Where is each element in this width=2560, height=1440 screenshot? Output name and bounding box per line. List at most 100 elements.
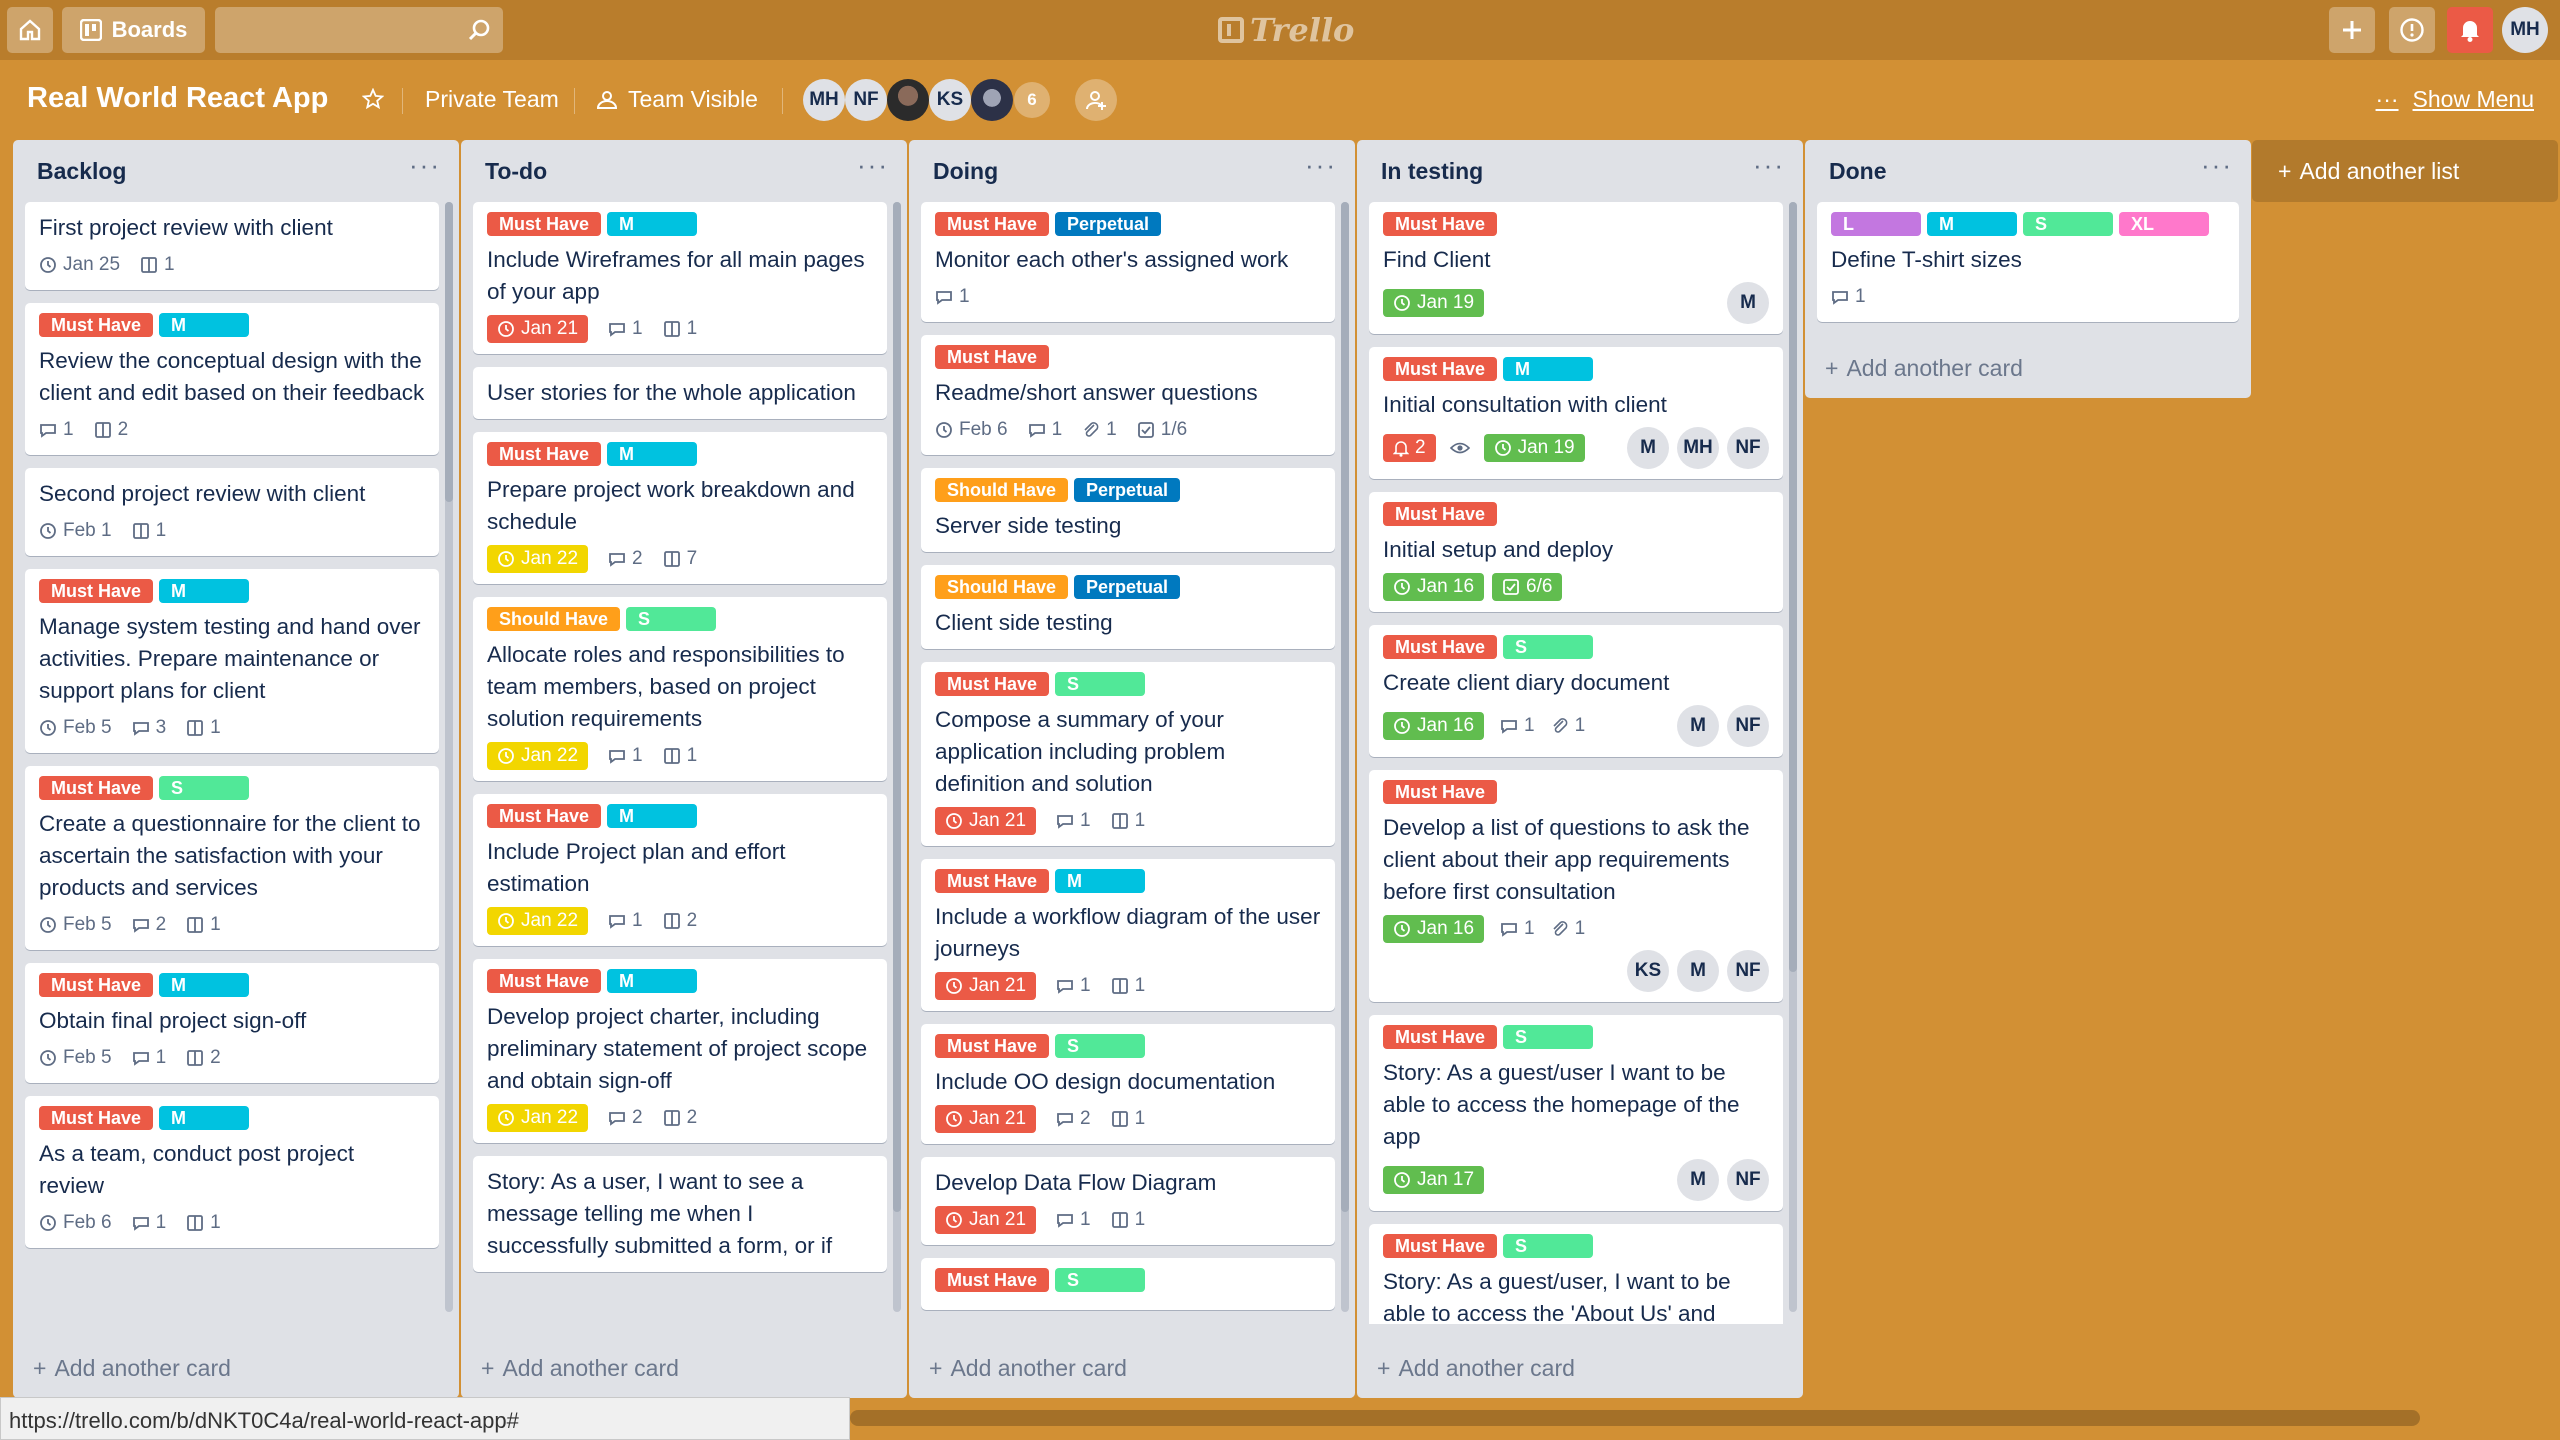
add-card-button[interactable]: + Add another card xyxy=(1825,355,2023,382)
member-avatar[interactable]: NF xyxy=(1727,427,1769,469)
label-size[interactable]: XL xyxy=(2119,212,2209,236)
card[interactable]: Must Have S Create client diary document … xyxy=(1369,625,1783,757)
label-size[interactable]: L xyxy=(1831,212,1921,236)
card[interactable]: Must Have M Include a workflow diagram of… xyxy=(921,859,1335,1011)
board-title[interactable]: Real World React App xyxy=(27,82,328,115)
label-must-have[interactable]: Must Have xyxy=(1383,212,1498,236)
list-title[interactable]: In testing xyxy=(1381,158,1483,185)
member-avatar[interactable]: M xyxy=(1677,950,1719,992)
list-title[interactable]: Doing xyxy=(933,158,998,185)
label-size[interactable]: M xyxy=(159,1106,250,1130)
card[interactable]: Must Have Find Client Jan 19 M xyxy=(1369,202,1783,334)
add-card-button[interactable]: + Add another card xyxy=(481,1355,679,1382)
list-menu-button[interactable]: ··· xyxy=(409,150,441,181)
label-size[interactable]: S xyxy=(1055,672,1146,696)
label-size[interactable]: M xyxy=(159,313,250,337)
card[interactable]: Develop Data Flow Diagram Jan 21 1 1 xyxy=(921,1157,1335,1245)
team-button[interactable]: Private Team xyxy=(425,86,559,113)
card[interactable]: Must Have Perpetual Monitor each other's … xyxy=(921,202,1335,322)
list-title[interactable]: Done xyxy=(1829,158,1887,185)
list-scrollbar-thumb[interactable] xyxy=(445,202,453,502)
card[interactable]: Must Have M Review the conceptual design … xyxy=(25,303,439,455)
label-must-have[interactable]: Must Have xyxy=(39,776,154,800)
label-must-have[interactable]: Must Have xyxy=(935,672,1050,696)
card[interactable]: Must Have M Obtain final project sign-off… xyxy=(25,963,439,1083)
card[interactable]: Must Have S Create a questionnaire for th… xyxy=(25,766,439,950)
label-must-have[interactable]: Must Have xyxy=(39,579,154,603)
card[interactable]: Story: As a user, I want to see a messag… xyxy=(473,1156,887,1272)
label-size[interactable]: S xyxy=(159,776,250,800)
create-button[interactable] xyxy=(2329,7,2375,53)
list-title[interactable]: Backlog xyxy=(37,158,126,185)
invite-button[interactable] xyxy=(1075,79,1117,121)
info-button[interactable] xyxy=(2389,7,2435,53)
label-size[interactable]: M xyxy=(607,212,698,236)
label-size[interactable]: S xyxy=(1503,1025,1594,1049)
boards-button[interactable]: Boards xyxy=(62,7,205,53)
list-title[interactable]: To-do xyxy=(485,158,547,185)
label-size[interactable]: S xyxy=(1055,1034,1146,1058)
list-menu-button[interactable]: ··· xyxy=(2201,150,2233,181)
card[interactable]: User stories for the whole application xyxy=(473,367,887,419)
member-avatar[interactable]: KS xyxy=(1627,950,1669,992)
label-perpetual[interactable]: Perpetual xyxy=(1074,478,1181,502)
label-size[interactable]: M xyxy=(607,969,698,993)
card[interactable]: Should Have S Allocate roles and responsi… xyxy=(473,597,887,781)
label-perpetual[interactable]: Perpetual xyxy=(1074,575,1181,599)
member-avatar[interactable]: MH xyxy=(803,79,845,121)
label-size[interactable]: M xyxy=(1503,357,1594,381)
card[interactable]: First project review with client Jan 25 … xyxy=(25,202,439,290)
star-icon[interactable] xyxy=(362,88,384,110)
label-size[interactable]: S xyxy=(1503,635,1594,659)
add-card-button[interactable]: + Add another card xyxy=(929,1355,1127,1382)
label-must-have[interactable]: Must Have xyxy=(487,442,602,466)
show-menu-button[interactable]: ··· Show Menu xyxy=(2376,86,2534,113)
user-avatar[interactable]: MH xyxy=(2502,7,2548,53)
add-list-button[interactable]: + Add another list xyxy=(2252,140,2558,202)
label-should-have[interactable]: Should Have xyxy=(935,478,1069,502)
label-size[interactable]: M xyxy=(159,973,250,997)
member-avatar[interactable]: M xyxy=(1627,427,1669,469)
list-scrollbar-thumb[interactable] xyxy=(1341,202,1349,1212)
label-size[interactable]: M xyxy=(1055,869,1146,893)
label-size[interactable]: M xyxy=(1927,212,2017,236)
label-size[interactable]: M xyxy=(607,804,698,828)
label-must-have[interactable]: Must Have xyxy=(1383,357,1498,381)
notifications-button[interactable] xyxy=(2447,7,2493,53)
trello-logo[interactable]: Trello xyxy=(1218,10,1354,50)
label-must-have[interactable]: Must Have xyxy=(1383,780,1498,804)
add-card-button[interactable]: + Add another card xyxy=(33,1355,231,1382)
horizontal-scrollbar[interactable] xyxy=(850,1410,2420,1426)
label-perpetual[interactable]: Perpetual xyxy=(1055,212,1162,236)
label-size[interactable]: M xyxy=(159,579,250,603)
label-must-have[interactable]: Must Have xyxy=(1383,502,1498,526)
label-must-have[interactable]: Must Have xyxy=(487,804,602,828)
label-must-have[interactable]: Must Have xyxy=(935,345,1050,369)
card[interactable]: L M S XL Define T-shirt sizes 1 xyxy=(1817,202,2239,322)
card[interactable]: Should Have Perpetual Client side testing xyxy=(921,565,1335,649)
add-card-button[interactable]: + Add another card xyxy=(1377,1355,1575,1382)
member-avatar[interactable]: M xyxy=(1727,282,1769,324)
label-must-have[interactable]: Must Have xyxy=(935,212,1050,236)
member-avatar[interactable]: MH xyxy=(1677,427,1719,469)
card[interactable]: Must Have M As a team, conduct post proje… xyxy=(25,1096,439,1248)
card[interactable]: Must Have S Include OO design documentati… xyxy=(921,1024,1335,1144)
label-size[interactable]: S xyxy=(626,607,717,631)
member-avatar[interactable]: KS xyxy=(929,79,971,121)
label-must-have[interactable]: Must Have xyxy=(935,1268,1050,1292)
member-avatar-photo[interactable] xyxy=(887,79,929,121)
label-must-have[interactable]: Must Have xyxy=(1383,1025,1498,1049)
card[interactable]: Must Have S Story: As a guest/user I want… xyxy=(1369,1015,1783,1211)
search-input[interactable] xyxy=(215,7,503,53)
list-menu-button[interactable]: ··· xyxy=(1753,150,1785,181)
list-menu-button[interactable]: ··· xyxy=(857,150,889,181)
card[interactable]: Should Have Perpetual Server side testing xyxy=(921,468,1335,552)
label-size[interactable]: S xyxy=(2023,212,2113,236)
member-count-badge[interactable]: 6 xyxy=(1014,82,1050,118)
member-avatar[interactable]: M xyxy=(1677,1159,1719,1201)
list-scrollbar-thumb[interactable] xyxy=(893,202,901,1212)
card[interactable]: Must Have Initial setup and deploy Jan 1… xyxy=(1369,492,1783,612)
label-should-have[interactable]: Should Have xyxy=(487,607,621,631)
card[interactable]: Must Have Readme/short answer questions … xyxy=(921,335,1335,455)
label-must-have[interactable]: Must Have xyxy=(487,969,602,993)
